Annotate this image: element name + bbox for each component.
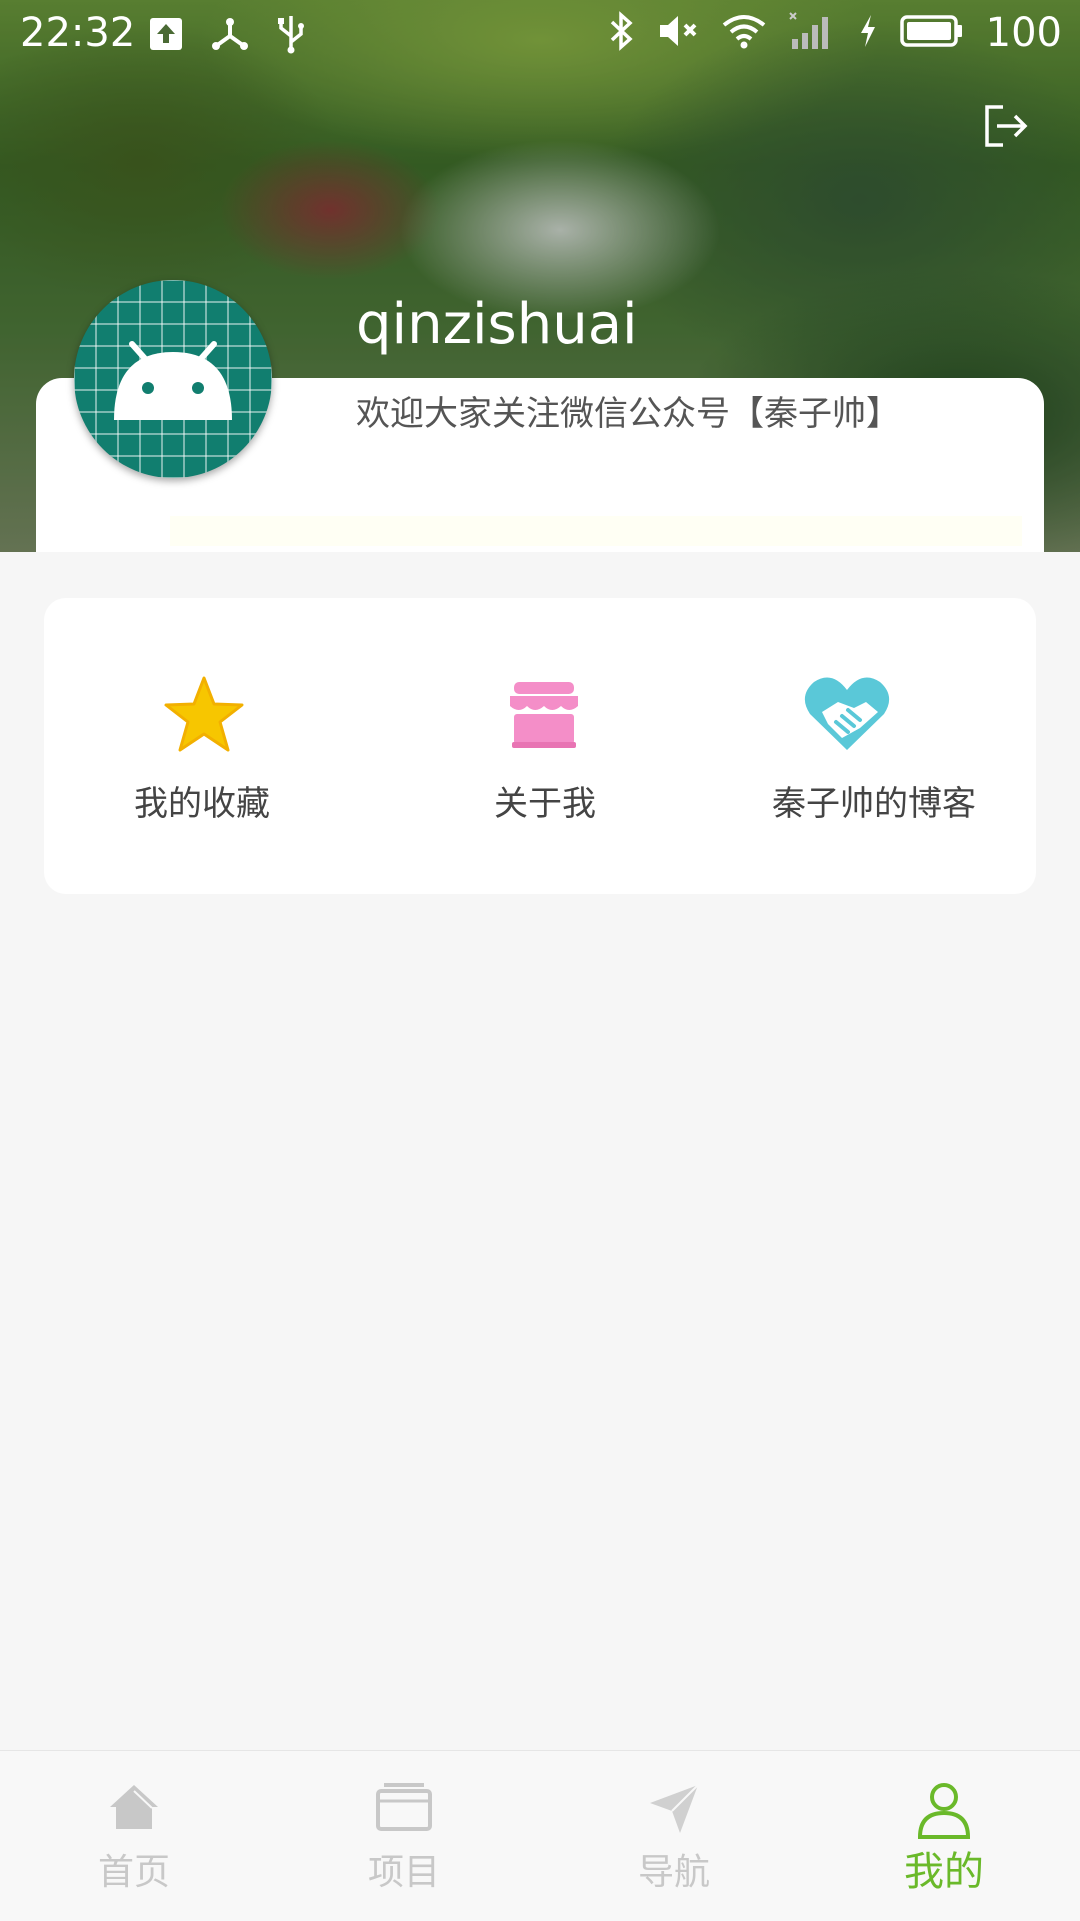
menu-item-label: 我的收藏: [134, 784, 270, 824]
mute-icon: [658, 13, 700, 53]
signal-icon: [788, 11, 836, 55]
hotspot-icon: [210, 16, 250, 56]
nav-label: 导航: [637, 1852, 710, 1893]
menu-item-about-me[interactable]: 关于我: [444, 598, 644, 894]
avatar[interactable]: [74, 280, 272, 478]
logout-button[interactable]: [974, 96, 1038, 160]
card-divider: [170, 516, 1022, 546]
battery-level: 100: [985, 10, 1062, 56]
status-bar: 22:32 100: [0, 0, 1080, 70]
nav-item-home[interactable]: 首页: [54, 1751, 214, 1921]
menu-item-blog[interactable]: 秦子帅的博客: [724, 598, 1024, 894]
nav-label: 项目: [367, 1852, 440, 1893]
charging-icon: [858, 13, 878, 53]
android-icon: [108, 324, 238, 428]
menu-item-label: 秦子帅的博客: [772, 784, 976, 824]
navigation-icon: [646, 1781, 702, 1841]
bottom-nav: 首页 项目 导航 我的: [0, 1750, 1080, 1921]
usb-icon: [276, 14, 306, 58]
nav-item-project[interactable]: 项目: [324, 1751, 484, 1921]
project-icon: [374, 1781, 434, 1837]
menu-item-favorites[interactable]: 我的收藏: [104, 598, 304, 894]
person-icon: [914, 1781, 974, 1843]
handshake-heart-icon: [802, 672, 892, 760]
star-icon: [162, 672, 246, 760]
nav-label: 我的: [904, 1849, 984, 1895]
battery-icon: [899, 13, 964, 53]
bluetooth-icon: [608, 11, 636, 55]
logout-icon: [981, 101, 1031, 155]
nav-item-mine[interactable]: 我的: [864, 1751, 1024, 1921]
username: qinzishuai: [356, 292, 638, 357]
wifi-icon: [722, 13, 766, 53]
home-icon: [106, 1781, 162, 1837]
menu-item-label: 关于我: [494, 784, 596, 824]
menu-panel: 我的收藏 关于我 秦子帅的博客: [44, 598, 1036, 894]
nav-label: 首页: [97, 1852, 170, 1893]
shop-icon: [502, 672, 586, 760]
motto-text: 欢迎大家关注微信公众号【秦子帅】: [356, 394, 900, 434]
status-time: 22:32: [20, 10, 136, 56]
nav-item-navigation[interactable]: 导航: [594, 1751, 754, 1921]
upload-icon: [148, 16, 184, 56]
